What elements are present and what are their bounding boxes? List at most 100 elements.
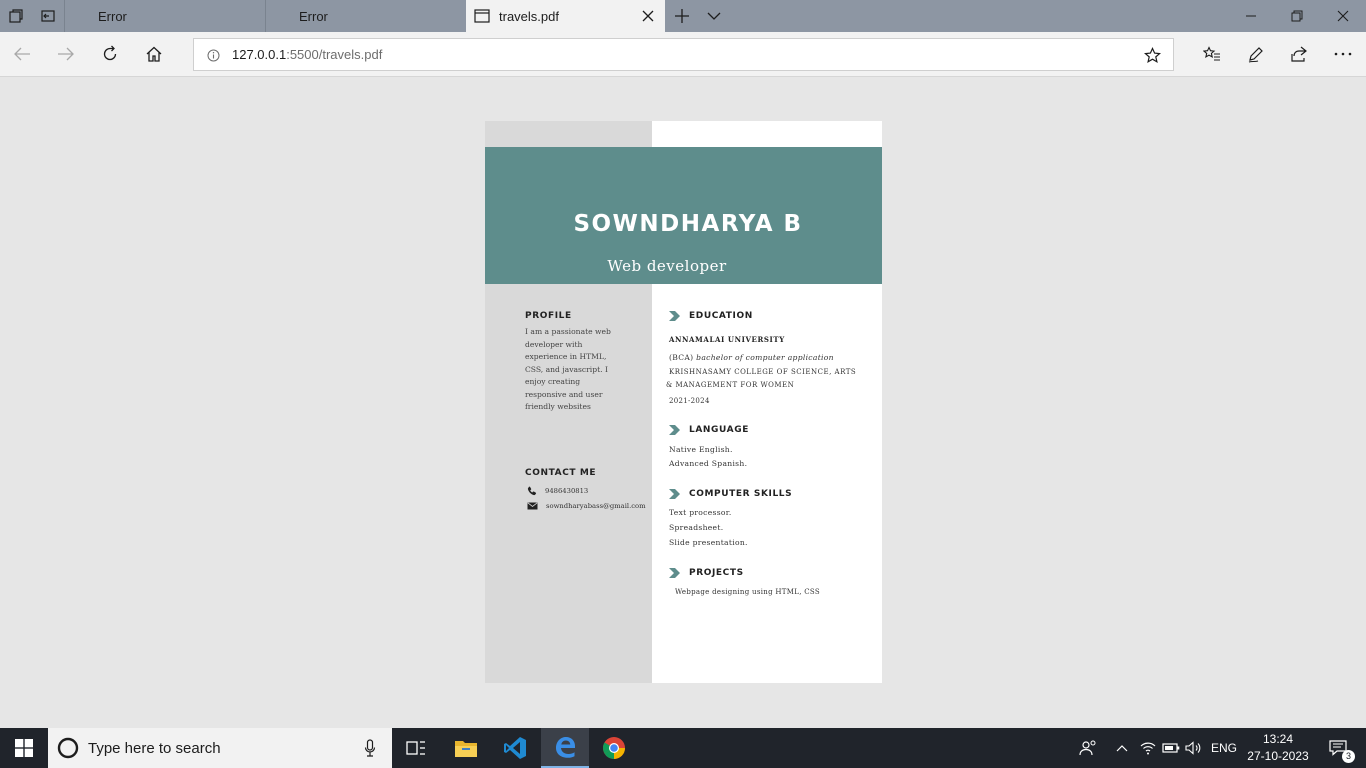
start-button[interactable] [0,728,48,768]
show-hidden-icons-button[interactable] [1110,728,1134,768]
profile-line: I am a passionate web [525,327,611,336]
restore-button[interactable] [1274,0,1320,32]
profile-line: enjoy creating [525,377,581,386]
skills-heading: COMPUTER SKILLS [689,489,793,499]
pdf-page: SOWNDHARYA B Web developer PROFILE I am … [485,121,882,683]
home-button[interactable] [138,38,170,70]
wifi-icon [1140,742,1156,755]
resume-role: Web developer [607,257,727,275]
chevron-right-icon [669,489,680,499]
profile-line: experience in HTML, [525,352,607,361]
cortana-circle-icon [57,737,79,759]
profile-line: responsive and user [525,389,603,399]
vscode-button[interactable] [491,728,539,768]
people-button[interactable] [1074,728,1102,768]
education-heading: EDUCATION [689,311,753,321]
vscode-icon [504,737,526,759]
contact-phone: 9486430813 [545,487,589,495]
speaker-icon [1185,741,1201,755]
contact-email: sowndharyabass@gmail.com [546,502,646,510]
edge-button[interactable] [541,728,589,768]
chevron-up-icon [1116,745,1128,752]
battery-button[interactable] [1160,728,1182,768]
search-placeholder: Type here to search [88,740,221,757]
contact-heading: CONTACT ME [525,468,597,478]
profile-heading: PROFILE [525,311,572,321]
tab-bar: Error Error travels.pdf [0,0,1366,32]
task-view-button[interactable] [392,728,440,768]
microphone-icon[interactable] [364,739,376,757]
college-line: & MANAGEMENT FOR WOMEN [666,380,795,389]
battery-icon [1162,743,1180,753]
windows-taskbar: Type here to search ENG 13:24 27-10-2023 [0,728,1366,768]
degree-line: (BCA) bachelor of computer application [669,353,834,362]
share-icon[interactable] [1283,38,1315,70]
windows-logo-icon [15,739,33,757]
close-window-button[interactable] [1320,0,1366,32]
new-tab-icon[interactable] [673,7,691,25]
network-button[interactable] [1138,728,1158,768]
projects-heading-row: PROJECTS [669,568,744,578]
tab-actions-icon[interactable] [7,7,25,25]
page-icon [474,9,490,23]
minimize-button[interactable] [1228,0,1274,32]
tab-error-1[interactable]: Error [65,0,265,32]
url-host: 127.0.0.1 [232,47,287,62]
volume-button[interactable] [1183,728,1205,768]
address-bar[interactable]: 127.0.0.1:5500/travels.pdf [193,38,1174,71]
degree-name: bachelor of computer application [696,353,834,362]
college-line: KRISHNASAMY COLLEGE OF SCIENCE, ARTS [669,368,857,376]
tab-preview-chevron-down-icon[interactable] [705,7,723,25]
education-heading-row: EDUCATION [669,311,753,321]
tab-label: travels.pdf [499,8,559,24]
chevron-right-icon [669,311,680,321]
favorite-star-icon[interactable] [1144,47,1161,64]
back-button[interactable] [6,38,38,70]
resume-name: SOWNDHARYA B [573,211,803,237]
projects-heading: PROJECTS [689,568,744,578]
favorites-hub-icon[interactable] [1196,38,1228,70]
close-tab-icon[interactable] [641,9,655,23]
navigation-bar: 127.0.0.1:5500/travels.pdf [0,32,1366,77]
chrome-button[interactable] [590,728,638,768]
web-note-pen-icon[interactable] [1240,38,1272,70]
refresh-button[interactable] [94,38,126,70]
tab-label: Error [299,8,328,24]
file-explorer-button[interactable] [442,728,490,768]
profile-line: developer with [525,339,583,349]
taskbar-clock[interactable]: 13:24 27-10-2023 [1236,731,1320,765]
forward-button[interactable] [50,38,82,70]
tab-travels-pdf[interactable]: travels.pdf [466,0,665,32]
language-item: Advanced Spanish. [669,459,748,468]
file-explorer-icon [455,741,477,757]
skill-item: Spreadsheet. [669,523,724,532]
project-item: Webpage designing using HTML, CSS [675,588,820,596]
taskbar-search-box[interactable]: Type here to search [48,728,392,768]
profile-text: I am a passionate web developer with exp… [525,326,625,414]
university-name: ANNAMALAI UNIVERSITY [669,335,785,344]
set-tabs-aside-icon[interactable] [39,7,57,25]
chevron-right-icon [669,425,680,435]
site-info-icon[interactable] [207,49,220,62]
tab-error-2[interactable]: Error [266,0,465,32]
action-center-button[interactable]: 3 [1320,728,1356,768]
notification-count-badge: 3 [1342,750,1355,763]
clock-date: 27-10-2023 [1247,749,1309,763]
language-heading: LANGUAGE [689,425,749,435]
chevron-right-icon [669,568,680,578]
tab-label: Error [98,8,127,24]
url-path: :5500/travels.pdf [286,47,383,62]
language-item: Native English. [669,445,733,454]
phone-icon [527,486,537,496]
skills-heading-row: COMPUTER SKILLS [669,489,792,499]
resume-header-banner: SOWNDHARYA B Web developer [485,147,882,284]
more-menu-icon[interactable] [1327,38,1359,70]
edge-icon [556,737,575,758]
skill-item: Text processor. [669,508,732,517]
url-text: 127.0.0.1:5500/travels.pdf [232,47,382,62]
clock-time: 13:24 [1262,732,1294,746]
language-heading-row: LANGUAGE [669,425,749,435]
skill-item: Slide presentation. [669,538,748,547]
email-icon [527,502,538,510]
education-years: 2021-2024 [669,397,710,405]
